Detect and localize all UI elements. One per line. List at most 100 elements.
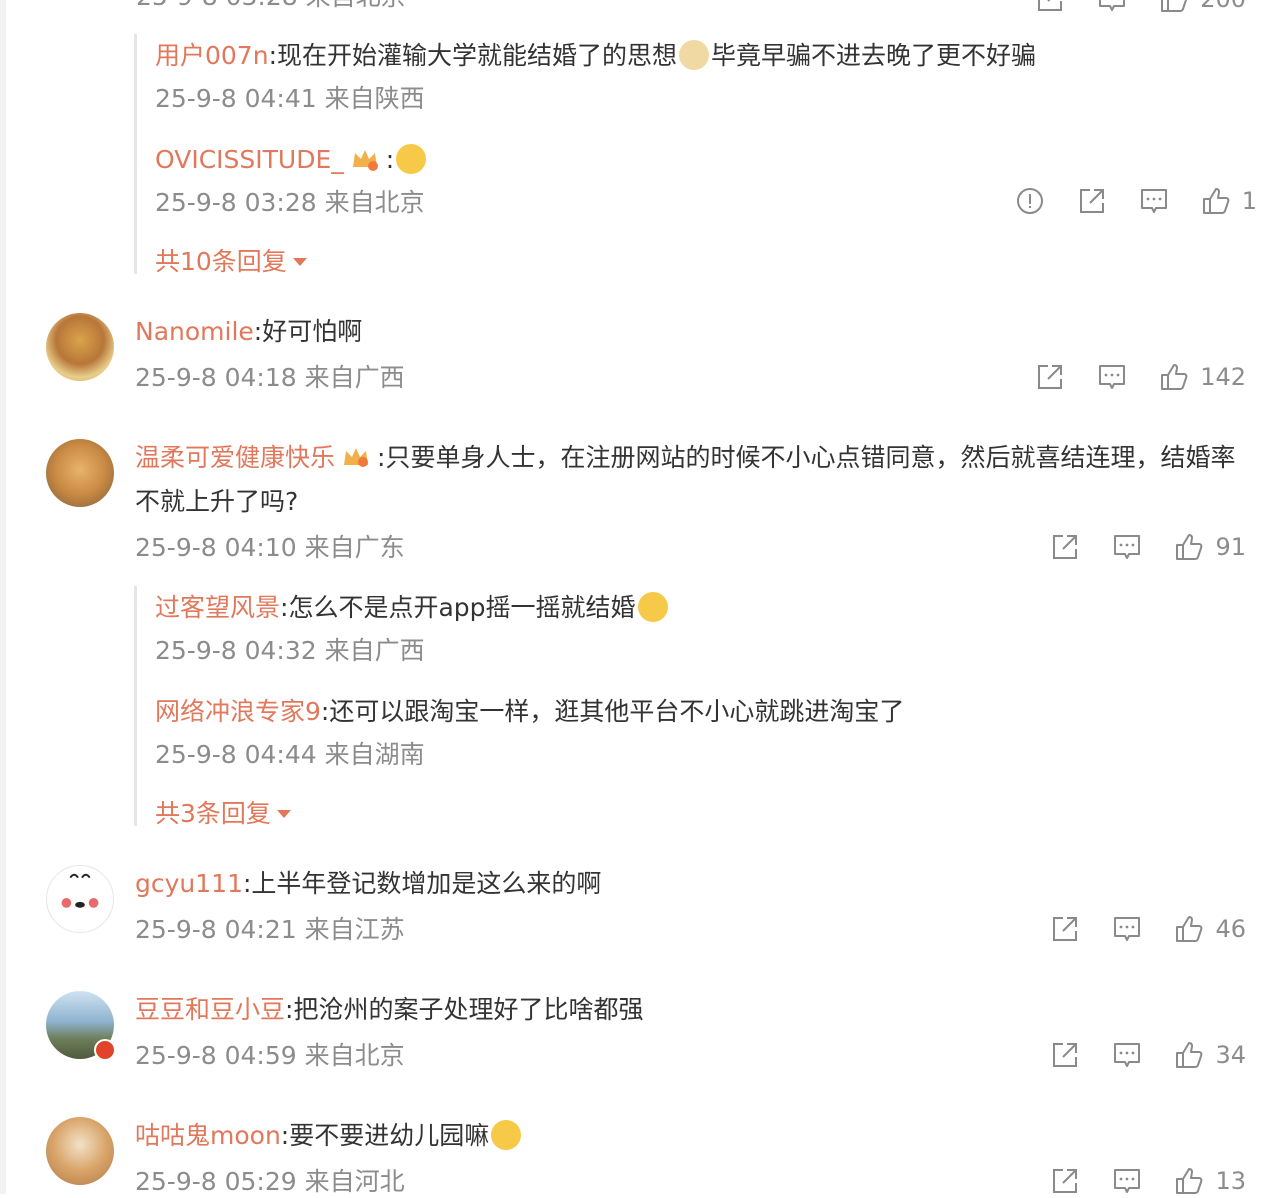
like-button[interactable]: 200 (1158, 0, 1246, 15)
like-count: 46 (1215, 915, 1246, 943)
avatar[interactable] (46, 865, 114, 933)
doge-emoji-icon (679, 40, 709, 70)
thumbs-up-icon (1176, 1042, 1203, 1068)
comment-actions: 142 (1004, 360, 1246, 394)
comment-body: :好可怕啊 (253, 317, 363, 346)
like-count: 200 (1200, 0, 1246, 13)
verified-badge-icon (94, 1039, 116, 1061)
share-button[interactable] (1049, 1039, 1081, 1071)
comment-text: 温柔可爱健康快乐:只要单身人士，在注册网站的时候不小心点错同意，然后就喜结连理，… (135, 436, 1245, 524)
thumbs-up-icon (1176, 534, 1203, 560)
reply-text: 过客望风景:怎么不是点开app摇一摇就结婚 (155, 586, 670, 630)
avatar[interactable] (46, 991, 116, 1061)
more-replies-link[interactable]: 共10条回复 (155, 242, 307, 278)
reply-button[interactable] (1111, 1165, 1143, 1197)
reply-meta: 25-9-8 04:44 来自湖南 (155, 740, 425, 769)
avatar[interactable] (46, 313, 114, 381)
comment-actions: 13 (1019, 1164, 1246, 1198)
comment-meta: 25-9-8 04:59 来自北京 (135, 1041, 405, 1070)
like-count: 34 (1215, 1041, 1246, 1069)
share-icon (1038, 0, 1063, 11)
share-button[interactable] (1049, 1165, 1081, 1197)
report-button[interactable] (1014, 185, 1046, 217)
comment-username[interactable]: 咕咕鬼moon (135, 1121, 281, 1150)
reply-username[interactable]: 网络冲浪专家9 (155, 697, 321, 726)
more-replies-label: 共10条回复 (155, 247, 287, 276)
reply-button[interactable] (1096, 0, 1128, 15)
report-icon (1016, 188, 1043, 214)
share-button[interactable] (1076, 185, 1108, 217)
share-button[interactable] (1049, 913, 1081, 945)
comment-username[interactable]: 豆豆和豆小豆 (135, 995, 285, 1024)
more-replies-label: 共3条回复 (155, 799, 271, 828)
thumbs-up-icon (1161, 0, 1188, 12)
like-button[interactable]: 1 (1200, 185, 1257, 217)
avatar[interactable] (46, 1117, 114, 1185)
thumbs-up-icon (1202, 188, 1230, 214)
vip-crown-badge-icon (350, 143, 380, 171)
thumbs-up-icon (1176, 916, 1203, 942)
like-button[interactable]: 46 (1173, 913, 1246, 945)
comment-text: gcyu111:上半年登记数增加是这么来的啊 (135, 862, 1245, 906)
reply-body: : (385, 145, 395, 174)
comment-actions: 34 (1019, 1038, 1246, 1072)
comment-icon (1140, 189, 1167, 213)
share-icon (1038, 365, 1063, 389)
like-button[interactable]: 91 (1173, 531, 1246, 563)
like-button[interactable]: 13 (1173, 1165, 1246, 1197)
comment-username[interactable]: 温柔可爱健康快乐 (135, 443, 335, 472)
comment-meta: 25-9-8 04:21 来自江苏 (135, 915, 405, 944)
comment-icon (1099, 365, 1126, 389)
reply-username[interactable]: 过客望风景 (155, 593, 280, 622)
share-button[interactable] (1034, 361, 1066, 393)
reply-body: :怎么不是点开app摇一摇就结婚 (280, 593, 636, 622)
reply-meta: 25-9-8 04:32 来自广西 (155, 636, 425, 665)
comment-icon (1114, 535, 1141, 559)
reply-text: 网络冲浪专家9:还可以跟淘宝一样，逛其他平台不小心就跳进淘宝了 (155, 690, 904, 734)
reply-thread: 过客望风景:怎么不是点开app摇一摇就结婚 25-9-8 04:32 来自广西 … (134, 586, 1257, 828)
share-icon (1053, 917, 1078, 941)
comment-text: 咕咕鬼moon:要不要进幼儿园嘛 (135, 1114, 1245, 1158)
reply-button[interactable] (1111, 913, 1143, 945)
reply-button[interactable] (1111, 531, 1143, 563)
reply-thread: 用户007n:现在开始灌输大学就能结婚了的思想 毕竟早骗不进去晚了更不好骗 25-… (134, 34, 1257, 276)
comment-icon (1099, 0, 1126, 11)
like-count: 142 (1200, 363, 1246, 391)
reply-username[interactable]: 用户007n (155, 41, 269, 70)
reply-button[interactable] (1138, 185, 1170, 217)
more-replies-link[interactable]: 共3条回复 (155, 794, 291, 830)
thumbs-up-icon (1161, 364, 1188, 390)
reply-text: OVICISSITUDE_: (155, 138, 428, 182)
grin-emoji-icon (637, 592, 668, 622)
like-button[interactable]: 34 (1173, 1039, 1246, 1071)
like-button[interactable]: 142 (1158, 361, 1246, 393)
comment-username[interactable]: Nanomile (135, 317, 254, 346)
share-button[interactable] (1049, 531, 1081, 563)
cutoff-comment-row: 25-9-8 03:28 来自北京 200 (136, 0, 1270, 15)
page-left-rule (0, 0, 6, 1194)
reply-username[interactable]: OVICISSITUDE_ (155, 145, 344, 174)
comment-meta: 25-9-8 03:28 来自北京 (136, 0, 406, 11)
comment-meta: 25-9-8 04:18 来自广西 (135, 363, 405, 392)
comment-meta: 25-9-8 05:29 来自河北 (135, 1167, 405, 1196)
share-icon (1053, 1043, 1078, 1067)
comment-username[interactable]: gcyu111 (135, 869, 243, 898)
reply-body-cont: 毕竟早骗不进去晚了更不好骗 (711, 41, 1037, 70)
caret-down-icon (276, 810, 291, 818)
comment-meta: 25-9-8 04:10 来自广东 (135, 533, 405, 562)
comment-body: :上半年登记数增加是这么来的啊 (242, 869, 602, 898)
reply-actions: 1 (984, 184, 1257, 218)
like-count: 1 (1241, 187, 1257, 215)
share-icon (1053, 535, 1078, 559)
tongue-emoji-icon (491, 1120, 522, 1150)
reply-button[interactable] (1096, 361, 1128, 393)
comment-icon (1114, 1043, 1141, 1067)
reply-meta: 25-9-8 04:41 来自陕西 (155, 84, 425, 113)
comment-icon (1114, 917, 1141, 941)
comment-actions: 91 (1019, 530, 1246, 564)
like-count: 13 (1215, 1167, 1246, 1195)
share-button[interactable] (1034, 0, 1066, 15)
reply-button[interactable] (1111, 1039, 1143, 1071)
avatar[interactable] (46, 439, 114, 507)
share-icon (1053, 1169, 1078, 1193)
